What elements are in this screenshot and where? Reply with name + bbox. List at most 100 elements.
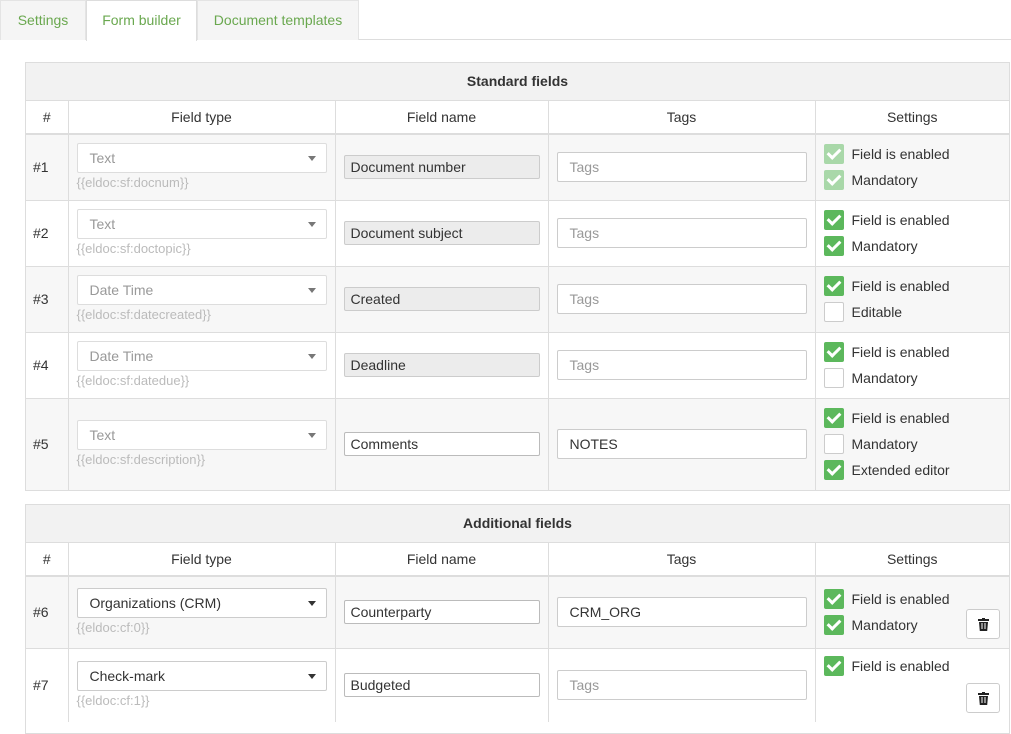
standard-fields-table: # Field type Field name Tags Settings #1… [26,101,1009,490]
settings-cell: Field is enabled Mandatory [815,576,1009,649]
field-enabled-checkbox[interactable]: Field is enabled [823,207,1010,233]
field-type-select[interactable]: Check-mark [76,661,327,692]
field-name-cell: Budgeted [335,648,549,722]
col-field-type: Field type [68,543,336,577]
chevron-down-icon [307,601,316,607]
tags-input[interactable]: Tags [556,670,807,701]
mandatory-checkbox[interactable]: Mandatory [823,233,1010,259]
tab-document-templates[interactable]: Document templates [197,0,359,40]
checkbox-label: Field is enabled [851,212,950,228]
mandatory-checkbox[interactable]: Mandatory [823,431,1010,457]
field-name-input: Document number [343,155,540,180]
table-row: #5 Text {{eldoc:sf:description}} Comment… [26,398,1009,490]
panel-title: Additional fields [26,505,1009,543]
tags-cell: CRM_ORG [548,576,816,649]
tags-cell: Tags [548,648,816,722]
checkbox-checked-icon [823,170,844,191]
tab-settings[interactable]: Settings [0,0,86,40]
field-name-cell: Created [335,266,549,333]
checkbox-label: Field is enabled [851,657,950,674]
field-name-cell: Deadline [335,332,549,399]
editable-checkbox[interactable]: Editable [823,299,1010,325]
checkbox-checked-icon[interactable] [823,408,844,429]
tags-input[interactable]: Tags [556,152,807,183]
tags-input[interactable]: Tags [556,218,807,248]
field-type-cell: Date Time {{eldoc:sf:datedue}} [68,332,336,399]
field-type-value: Text [89,216,116,232]
checkbox-checked-icon[interactable] [823,210,844,230]
tags-input[interactable]: Tags [556,350,807,380]
delete-field-button[interactable] [966,608,1000,639]
field-name-input[interactable]: Budgeted [343,673,540,698]
tab-form-builder[interactable]: Form builder [86,0,197,41]
checkbox-label: Extended editor [851,462,950,479]
checkbox-unchecked-icon[interactable] [823,302,844,322]
field-type-select[interactable]: Organizations (CRM) [76,588,327,619]
checkbox-checked-icon[interactable] [823,276,844,296]
delete-field-button[interactable] [966,683,1000,713]
extended-editor-checkbox[interactable]: Extended editor [823,457,1010,483]
checkbox-checked-icon[interactable] [823,615,844,636]
field-type-select: Text [76,420,327,451]
table-row: #3 Date Time {{eldoc:sf:datecreated}} Cr… [26,266,1010,333]
tags-input[interactable]: Tags [556,284,807,314]
checkbox-unchecked-icon[interactable] [823,434,844,455]
chevron-down-icon [307,674,316,680]
row-number: #2 [26,200,69,267]
row-number: #5 [26,398,69,490]
row-number: #4 [26,332,69,399]
additional-fields-panel: Additional fields # Field type Field nam… [25,504,1010,734]
field-enabled-checkbox[interactable]: Field is enabled [823,273,1010,299]
field-name-cell: Counterparty [335,576,549,649]
field-name-input[interactable]: Comments [343,432,540,457]
field-type-select: Date Time [76,341,327,371]
table-row: #2 Text {{eldoc:sf:doctopic}} Document s… [26,200,1010,267]
field-type-select: Text [76,209,327,239]
col-field-name: Field name [335,543,549,577]
field-type-select: Text [76,143,327,174]
checkbox-checked-icon[interactable] [823,342,844,362]
checkbox-checked-icon[interactable] [823,655,844,676]
settings-cell: Field is enabled Editable [815,266,1010,333]
field-code: {{eldoc:sf:datecreated}} [76,307,211,322]
tags-input[interactable]: NOTES [556,429,807,460]
tab-bar: Settings Form builder Document templates [0,0,1011,41]
panel-title: Standard fields [26,63,1009,101]
settings-cell: Field is enabled Mandatory Extended edit… [815,398,1009,490]
field-type-cell: Text {{eldoc:sf:description}} [68,398,336,490]
field-code: {{eldoc:cf:0}} [76,620,150,636]
checkbox-label: Mandatory [851,238,918,254]
field-code: {{eldoc:cf:1}} [76,693,150,709]
col-num: # [26,543,69,577]
tags-cell: Tags [548,200,816,267]
checkbox-label: Field is enabled [851,344,950,360]
checkbox-checked-icon [823,144,844,165]
chevron-down-icon [307,156,316,162]
field-code: {{eldoc:sf:description}} [76,452,206,468]
col-tags: Tags [548,543,816,577]
field-type-select: Date Time [76,275,327,305]
field-enabled-checkbox[interactable]: Field is enabled [823,405,1010,431]
field-type-cell: Organizations (CRM) {{eldoc:cf:0}} [68,576,336,649]
field-type-value: Date Time [89,348,154,364]
tags-input[interactable]: CRM_ORG [556,597,807,628]
col-num: # [26,101,69,135]
tags-cell: Tags [548,266,816,333]
field-enabled-checkbox[interactable]: Field is enabled [823,339,1010,365]
checkbox-label: Field is enabled [851,146,950,163]
mandatory-checkbox[interactable]: Mandatory [823,365,1010,391]
checkbox-label: Field is enabled [851,591,950,608]
checkbox-checked-icon[interactable] [823,589,844,610]
checkbox-checked-icon[interactable] [823,460,844,481]
trash-icon [978,617,989,631]
field-name-input: Deadline [343,353,540,377]
field-enabled-checkbox[interactable]: Field is enabled [823,653,1010,679]
trash-icon [978,692,989,705]
col-field-name: Field name [335,101,549,135]
chevron-down-icon [307,222,316,227]
field-name-cell: Comments [335,398,549,490]
checkbox-unchecked-icon[interactable] [823,368,844,388]
row-number: #1 [26,134,69,201]
checkbox-checked-icon[interactable] [823,236,844,256]
field-name-input[interactable]: Counterparty [343,600,540,625]
